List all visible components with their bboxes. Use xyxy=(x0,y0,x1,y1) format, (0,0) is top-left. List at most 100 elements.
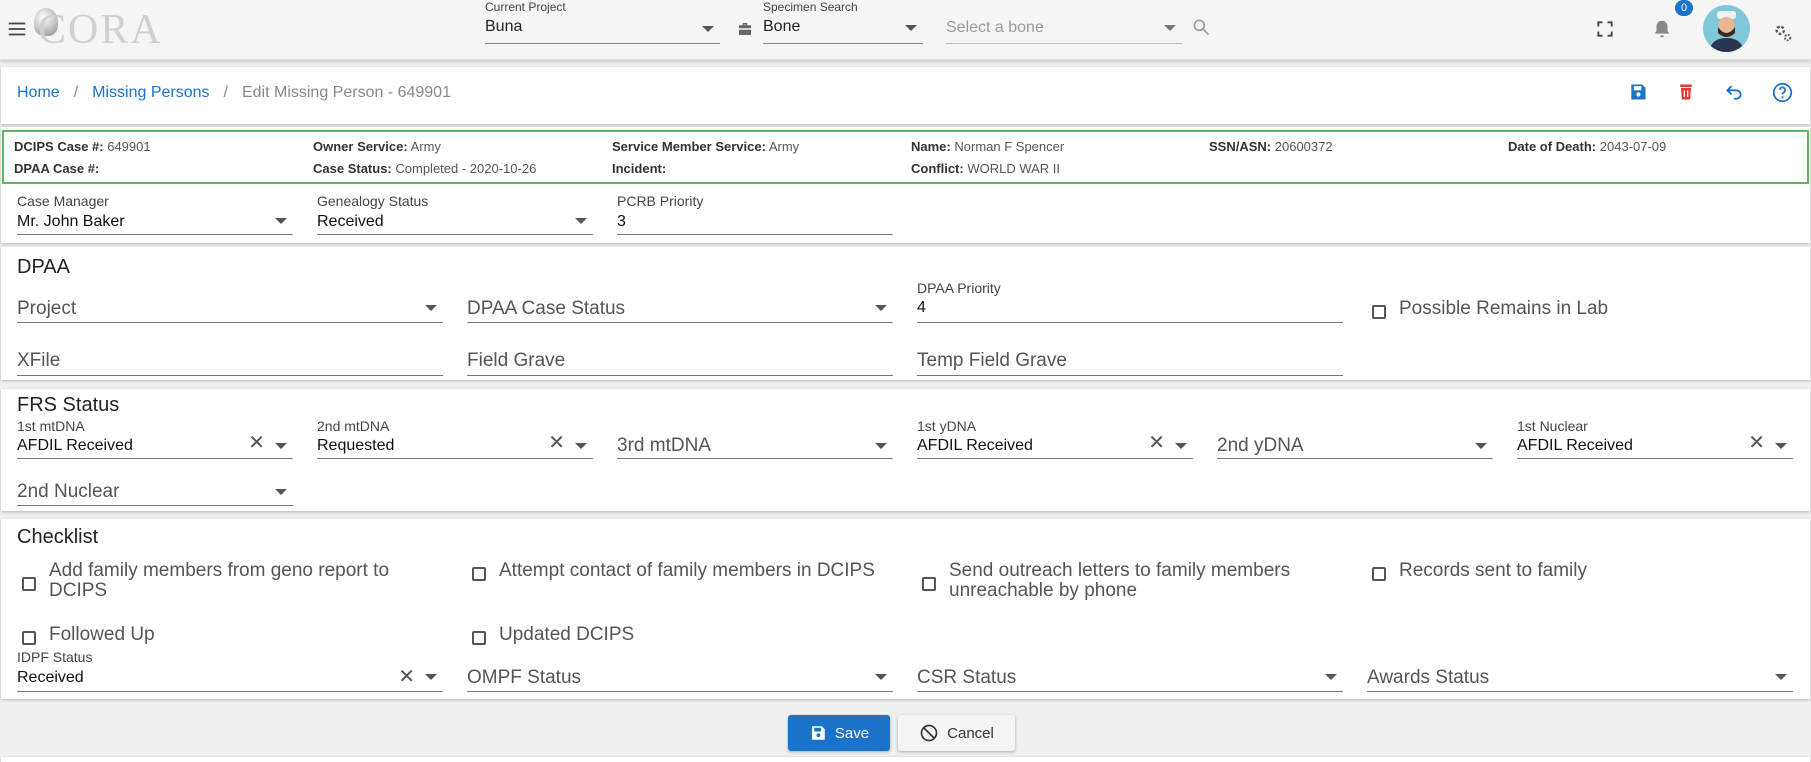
pcrb-priority-input[interactable]: PCRB Priority 3 xyxy=(617,193,893,235)
mtdna1-value: AFDIL Received xyxy=(17,437,133,454)
user-avatar-icon xyxy=(1709,11,1744,52)
nuclear1-value: AFDIL Received xyxy=(1517,437,1633,454)
checklist-checkbox[interactable] xyxy=(922,577,936,591)
checklist-checkbox[interactable] xyxy=(22,631,36,645)
clear-icon[interactable]: ✕ xyxy=(248,430,265,455)
case-manager-label: Case Manager xyxy=(17,193,109,209)
idpf-status-select[interactable]: IDPF Status Received ✕ xyxy=(17,649,443,692)
search-icon[interactable] xyxy=(1191,17,1211,37)
csr-status-placeholder: CSR Status xyxy=(917,667,1017,688)
dcips-case-field: DCIPS Case #: 649901 xyxy=(14,139,151,154)
fullscreen-icon[interactable] xyxy=(1595,19,1615,39)
current-project-select[interactable]: Current Project Buna xyxy=(485,0,720,44)
csr-status-select[interactable]: CSR Status xyxy=(917,649,1343,692)
mtdna3-placeholder: 3rd mtDNA xyxy=(617,435,711,456)
chevron-down-icon xyxy=(1175,443,1187,449)
save-icon[interactable] xyxy=(1628,82,1648,102)
awards-status-select[interactable]: Awards Status xyxy=(1367,649,1793,692)
dpaa-project-placeholder: Project xyxy=(17,298,77,319)
breadcrumb-home[interactable]: Home xyxy=(17,84,60,101)
checklist-checkbox[interactable] xyxy=(22,577,36,591)
genealogy-status-select[interactable]: Genealogy Status Received xyxy=(317,193,593,235)
field-grave-input[interactable]: Field Grave xyxy=(467,346,893,376)
xfile-placeholder: XFile xyxy=(17,350,61,371)
owner-service-field: Owner Service: Army xyxy=(313,139,441,154)
breadcrumb-card: Home / Missing Persons / Edit Missing Person… xyxy=(1,67,1810,124)
menu-icon[interactable] xyxy=(6,18,28,40)
dcips-case-value: 649901 xyxy=(107,139,151,154)
service-member-service-label: Service Member Service: xyxy=(612,139,766,154)
ydna2-placeholder: 2nd yDNA xyxy=(1217,435,1304,456)
temp-field-grave-input[interactable]: Temp Field Grave xyxy=(917,346,1343,376)
ssn-label: SSN/ASN: xyxy=(1209,139,1272,154)
breadcrumb-missing-persons[interactable]: Missing Persons xyxy=(92,84,209,101)
save-button-label: Save xyxy=(834,724,870,742)
nuclear1-select[interactable]: 1st Nuclear AFDIL Received ✕ xyxy=(1517,418,1793,459)
pcrb-priority-label: PCRB Priority xyxy=(617,193,704,209)
nuclear2-select[interactable]: 2nd Nuclear xyxy=(17,475,293,506)
checklist-item-label: Updated DCIPS xyxy=(499,624,635,645)
nuclear1-label: 1st Nuclear xyxy=(1517,418,1588,434)
clear-icon[interactable]: ✕ xyxy=(1148,430,1165,455)
bone-select[interactable]: Select a bone xyxy=(946,10,1182,44)
clear-icon[interactable]: ✕ xyxy=(398,664,415,689)
app-logo: CORA xyxy=(38,7,163,53)
save-icon xyxy=(811,726,825,740)
help-icon[interactable] xyxy=(1772,82,1793,103)
breadcrumb-separator: / xyxy=(223,84,228,101)
ssn-value: 20600372 xyxy=(1274,139,1333,154)
conflict-field: Conflict: WORLD WAR II xyxy=(911,161,1060,176)
specimen-search-label: Specimen Search xyxy=(763,0,858,14)
dpaa-case-label: DPAA Case #: xyxy=(14,161,100,176)
case-status-value: Completed - 2020-10-26 xyxy=(395,161,537,176)
ydna2-select[interactable]: 2nd yDNA xyxy=(1217,418,1493,459)
date-of-death-value: 2043-07-09 xyxy=(1599,139,1667,154)
delete-icon[interactable] xyxy=(1676,82,1696,102)
chevron-down-icon xyxy=(875,305,887,311)
incident-field: Incident: xyxy=(612,161,666,176)
nuclear2-placeholder: 2nd Nuclear xyxy=(17,481,120,502)
clear-icon[interactable]: ✕ xyxy=(548,430,565,455)
dpaa-case-status-select[interactable]: DPAA Case Status xyxy=(467,280,893,323)
checklist-checkbox[interactable] xyxy=(472,631,486,645)
avatar[interactable] xyxy=(1703,5,1750,52)
chevron-down-icon xyxy=(905,25,917,31)
checklist-checkbox[interactable] xyxy=(1372,567,1386,581)
date-of-death-label: Date of Death: xyxy=(1508,139,1597,154)
ompf-status-select[interactable]: OMPF Status xyxy=(467,649,893,692)
mtdna1-label: 1st mtDNA xyxy=(17,418,85,434)
bell-icon[interactable] xyxy=(1651,18,1673,40)
save-button[interactable]: Save xyxy=(788,715,890,751)
case-manager-select[interactable]: Case Manager Mr. John Baker xyxy=(17,193,293,235)
name-value: Norman F Spencer xyxy=(954,139,1065,154)
ydna1-label: 1st yDNA xyxy=(917,418,977,434)
dpaa-project-select[interactable]: Project xyxy=(17,280,443,323)
possible-remains-checkbox[interactable] xyxy=(1372,305,1386,319)
chevron-down-icon xyxy=(1325,674,1337,680)
chevron-down-icon xyxy=(425,305,437,311)
checklist-checkbox[interactable] xyxy=(472,567,486,581)
settings-gears-icon[interactable] xyxy=(1772,22,1794,44)
mtdna1-select[interactable]: 1st mtDNA AFDIL Received ✕ xyxy=(17,418,293,459)
dpaa-priority-input[interactable]: DPAA Priority 4 xyxy=(917,280,1343,323)
ydna1-select[interactable]: 1st yDNA AFDIL Received ✕ xyxy=(917,418,1193,459)
specimen-search-select[interactable]: Specimen Search Bone xyxy=(763,0,923,44)
ompf-status-placeholder: OMPF Status xyxy=(467,667,582,688)
service-member-service-field: Service Member Service: Army xyxy=(612,139,799,154)
owner-service-value: Army xyxy=(410,139,441,154)
mtdna3-select[interactable]: 3rd mtDNA xyxy=(617,418,893,459)
undo-icon[interactable] xyxy=(1724,82,1744,102)
briefcase-icon xyxy=(739,23,751,35)
case-manager-value: Mr. John Baker xyxy=(17,213,125,230)
mtdna2-select[interactable]: 2nd mtDNA Requested ✕ xyxy=(317,418,593,459)
clear-icon[interactable]: ✕ xyxy=(1748,430,1765,455)
dpaa-priority-label: DPAA Priority xyxy=(917,280,1001,296)
cancel-button[interactable]: Cancel xyxy=(898,715,1015,751)
checklist-item-label: Records sent to family xyxy=(1399,560,1587,581)
xfile-input[interactable]: XFile xyxy=(17,346,443,376)
name-field: Name: Norman F Spencer xyxy=(911,139,1064,154)
conflict-label: Conflict: xyxy=(911,161,964,176)
chevron-down-icon xyxy=(1775,443,1787,449)
case-info-banner: DCIPS Case #: 649901 DPAA Case #: Owner … xyxy=(2,130,1809,184)
current-project-value: Buna xyxy=(485,18,523,35)
